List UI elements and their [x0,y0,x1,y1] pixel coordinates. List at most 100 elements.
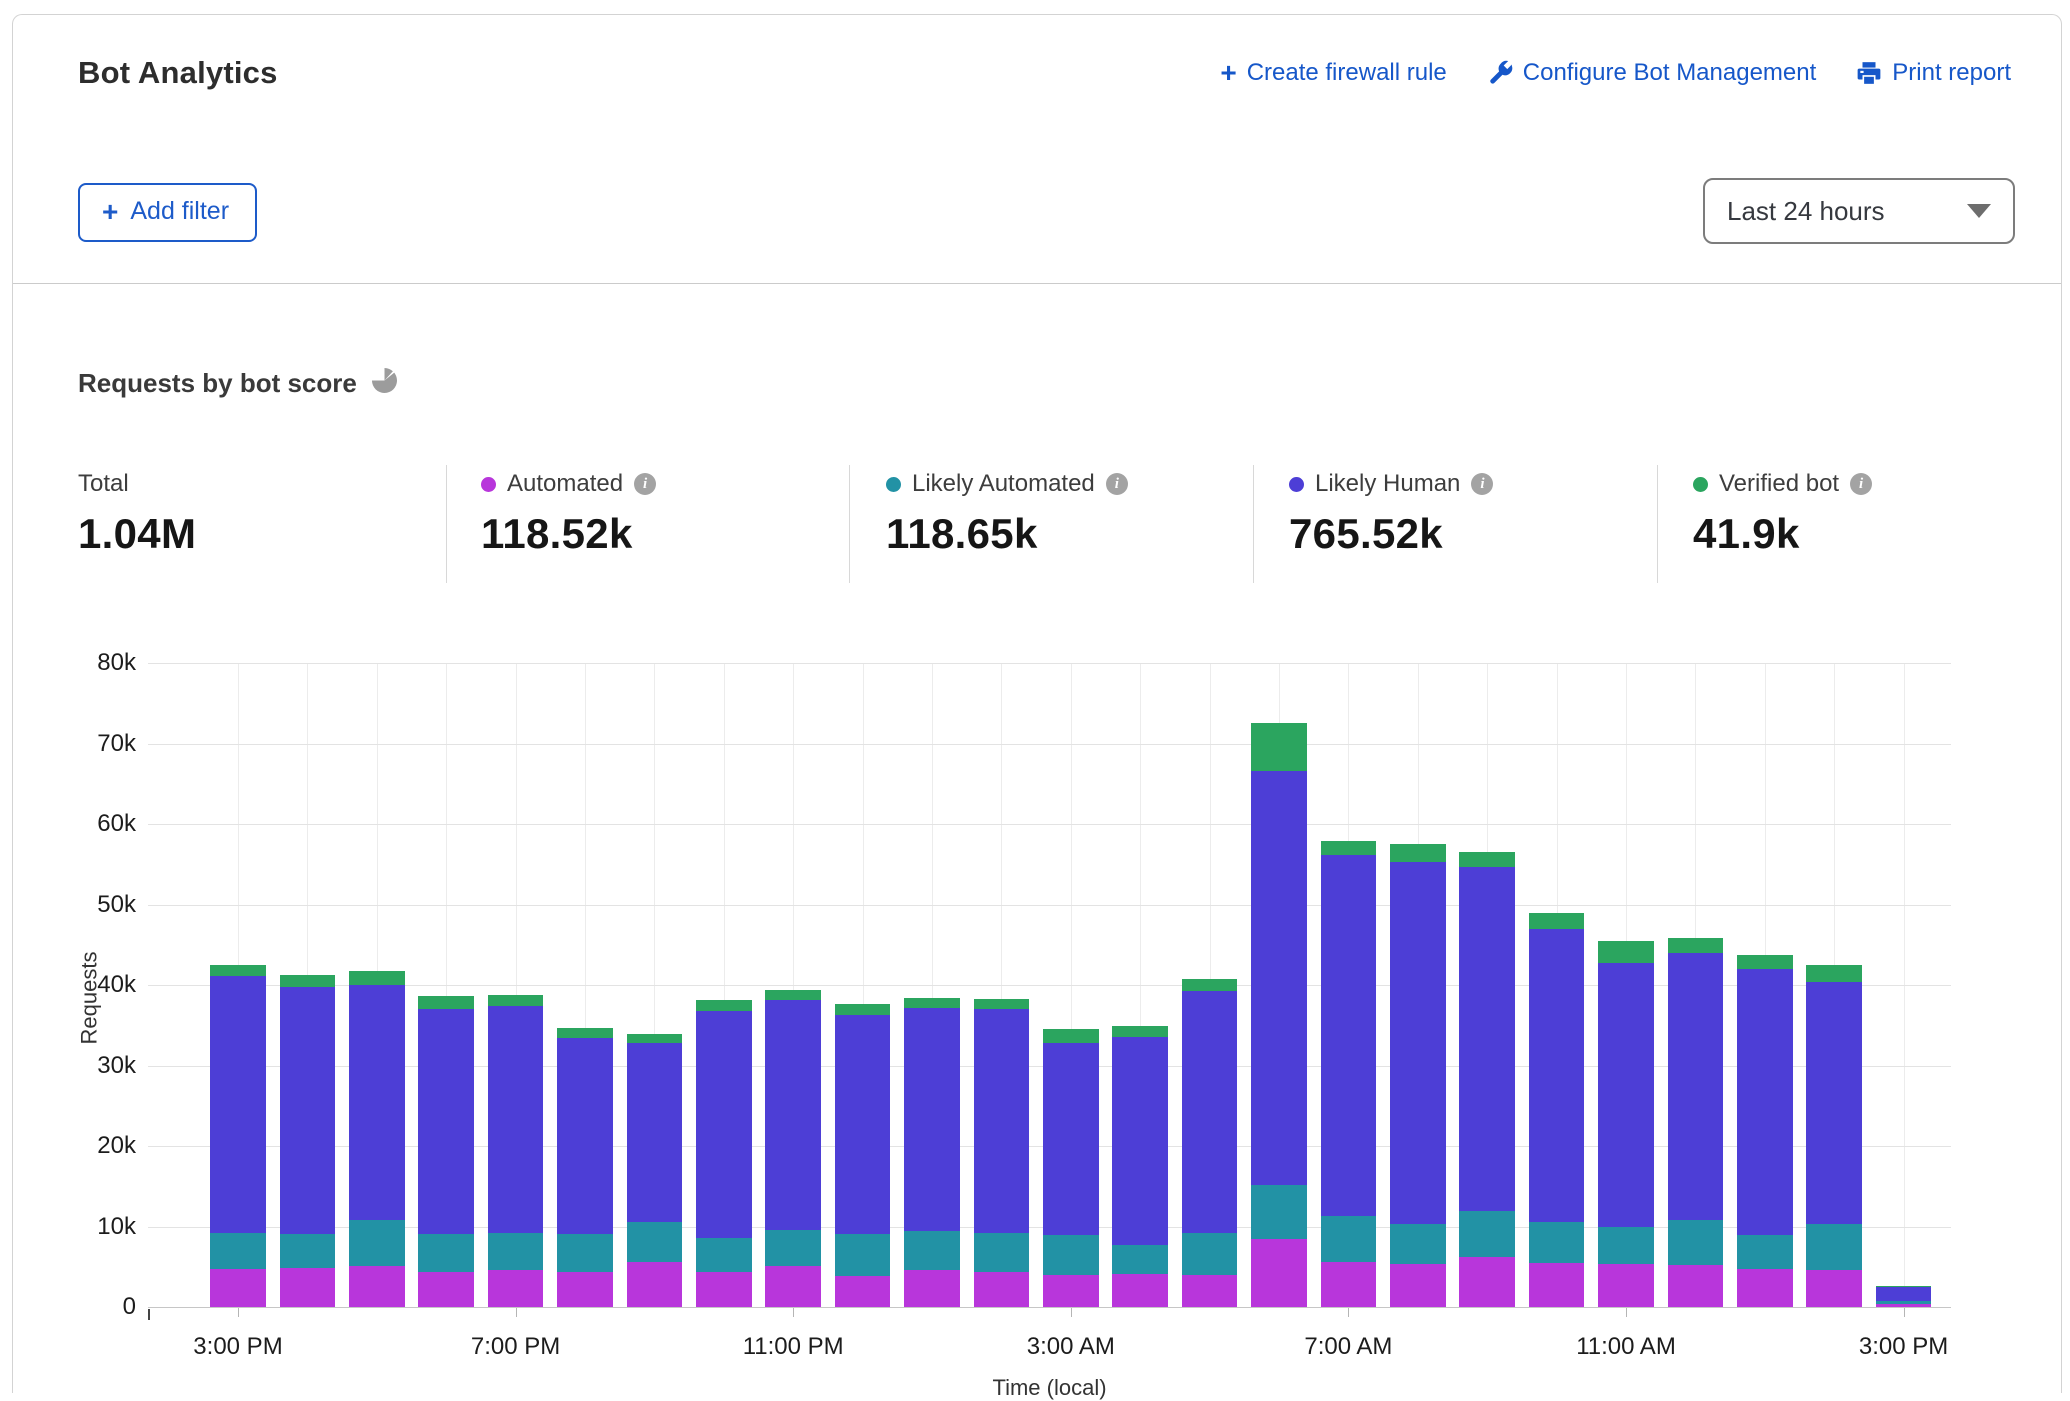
bar-segment-automated [1529,1263,1585,1307]
y-axis-tick-label: 20k [66,1132,136,1160]
create-firewall-rule-link[interactable]: + Create firewall rule [1220,59,1446,87]
x-axis-title: Time (local) [992,1375,1106,1401]
y-axis-tick-label: 80k [66,649,136,677]
stacked-bar[interactable] [1112,1026,1168,1307]
bar-segment-verified-bot [280,975,336,987]
stat-label: Likely Human i [1289,470,1493,498]
configure-bot-management-label: Configure Bot Management [1523,59,1817,87]
printer-icon [1856,60,1882,86]
x-axis-tick [238,1308,239,1317]
plus-icon: + [1220,61,1236,85]
stacked-bar[interactable] [1737,955,1793,1307]
x-axis-line [148,1307,1951,1308]
stat-label: Total [78,470,196,498]
stacked-bar[interactable] [1043,1029,1099,1307]
stacked-bar[interactable] [1806,965,1862,1307]
bar-segment-automated [1043,1275,1099,1307]
section-title: Requests by bot score [78,368,357,399]
header-actions: + Create firewall rule Configure Bot Man… [1220,59,2011,87]
stacked-bar[interactable] [835,1004,891,1307]
bar-segment-automated [1182,1275,1238,1307]
stat-value: 1.04M [78,510,196,558]
bar-segment-likely-human [1737,969,1793,1235]
bar-segment-likely-automated [1459,1211,1515,1257]
info-icon[interactable]: i [1471,473,1493,495]
gridline [148,744,1951,745]
stacked-bar[interactable] [1182,979,1238,1307]
bar-segment-verified-bot [210,965,266,976]
info-icon[interactable]: i [1106,473,1128,495]
bar-segment-likely-automated [1668,1220,1724,1265]
y-axis-tick-label: 30k [66,1052,136,1080]
section-head: Requests by bot score [78,367,398,399]
stacked-bar[interactable] [280,975,336,1307]
stat-label: Automated i [481,470,656,498]
y-axis-tick-label: 50k [66,891,136,919]
stat-likely-automated: Likely Automated i 118.65k [886,470,1128,558]
verified-bot-dot-icon [1693,477,1708,492]
stacked-bar[interactable] [349,971,405,1307]
stat-value: 118.52k [481,510,656,558]
x-axis-tick-label: 11:00 AM [1576,1333,1676,1361]
stacked-bar[interactable] [1529,913,1585,1307]
stacked-bar[interactable] [418,996,474,1307]
bar-segment-likely-automated [696,1238,752,1273]
x-axis-tick-label: 11:00 PM [743,1333,844,1361]
x-axis-tick-label: 3:00 PM [193,1333,282,1361]
stacked-bar[interactable] [627,1034,683,1307]
bar-segment-likely-human [1668,953,1724,1220]
stacked-bar[interactable] [1321,841,1377,1307]
stacked-bar[interactable] [974,999,1030,1307]
bar-segment-likely-human [1112,1037,1168,1245]
stacked-bar[interactable] [1598,941,1654,1307]
bar-segment-likely-automated [627,1222,683,1262]
stat-label-text: Verified bot [1719,470,1839,498]
info-icon[interactable]: i [1850,473,1872,495]
time-range-value: Last 24 hours [1727,196,1885,227]
stacked-bar[interactable] [1876,1286,1932,1307]
bar-segment-verified-bot [835,1004,891,1014]
configure-bot-management-link[interactable]: Configure Bot Management [1487,59,1817,87]
x-axis-tick-label: 7:00 AM [1304,1333,1392,1361]
bar-segment-likely-automated [1806,1224,1862,1270]
y-axis-title: Requests [76,952,102,1045]
gridline [148,663,1951,664]
bar-segment-likely-human [696,1011,752,1238]
stat-label-text: Likely Human [1315,470,1460,498]
print-report-link[interactable]: Print report [1856,59,2011,87]
stacked-bar[interactable] [488,995,544,1307]
add-filter-label: Add filter [130,197,229,226]
stacked-bar[interactable] [557,1028,613,1307]
y-axis-tick-label: 10k [66,1213,136,1241]
bar-segment-likely-human [418,1009,474,1234]
stacked-bar[interactable] [1668,938,1724,1307]
bar-segment-likely-human [835,1015,891,1234]
add-filter-button[interactable]: + Add filter [78,183,257,242]
bar-segment-automated [557,1272,613,1307]
y-axis-tick-label: 60k [66,810,136,838]
bar-segment-likely-human [349,985,405,1220]
bar-segment-likely-automated [974,1233,1030,1272]
stacked-bar[interactable] [1251,723,1307,1307]
bar-segment-likely-automated [1598,1227,1654,1265]
bar-segment-likely-human [1182,991,1238,1233]
stacked-bar[interactable] [1459,852,1515,1307]
info-icon[interactable]: i [634,473,656,495]
bar-segment-automated [1112,1274,1168,1307]
likely-human-dot-icon [1289,477,1304,492]
stacked-bar[interactable] [696,1000,752,1307]
bar-segment-verified-bot [1737,955,1793,969]
bar-segment-automated [349,1266,405,1307]
bar-segment-likely-human [904,1008,960,1230]
stacked-bar[interactable] [765,990,821,1307]
bar-segment-likely-human [1390,862,1446,1224]
stacked-bar[interactable] [904,998,960,1307]
bar-segment-verified-bot [974,999,1030,1009]
stacked-bar[interactable] [210,965,266,1307]
bar-segment-verified-bot [1321,841,1377,855]
time-range-dropdown[interactable]: Last 24 hours [1703,178,2015,244]
bar-segment-likely-automated [904,1231,960,1270]
bar-segment-automated [627,1262,683,1307]
stacked-bar[interactable] [1390,844,1446,1307]
bar-segment-likely-human [280,987,336,1233]
